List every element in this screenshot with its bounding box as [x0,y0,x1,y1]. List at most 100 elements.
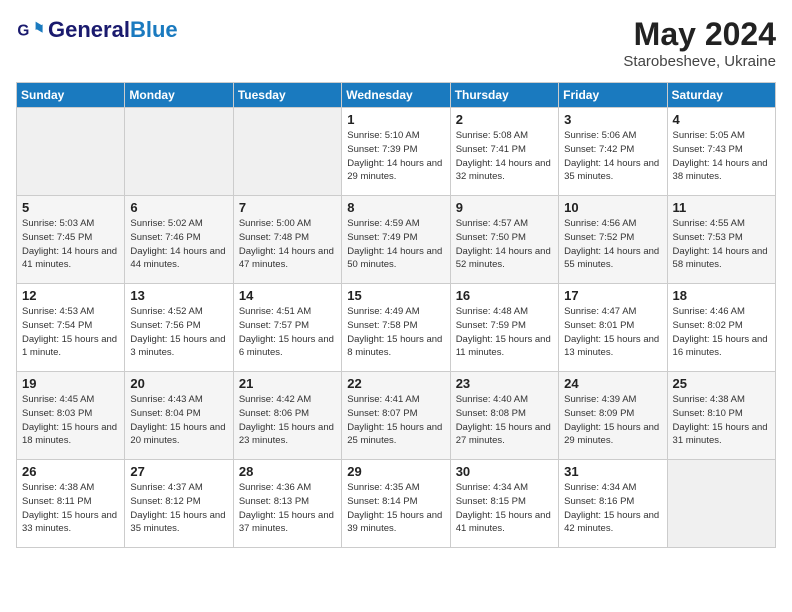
calendar-cell: 21 Sunrise: 4:42 AMSunset: 8:06 PMDayligh… [233,372,341,460]
calendar-cell: 1 Sunrise: 5:10 AMSunset: 7:39 PMDaylight… [342,108,450,196]
weekday-header-tuesday: Tuesday [233,83,341,108]
day-number: 7 [239,200,336,215]
day-number: 16 [456,288,553,303]
day-info: Sunrise: 4:40 AMSunset: 8:08 PMDaylight:… [456,393,553,448]
calendar-week-1: 1 Sunrise: 5:10 AMSunset: 7:39 PMDaylight… [17,108,776,196]
weekday-header-row: SundayMondayTuesdayWednesdayThursdayFrid… [17,83,776,108]
day-number: 21 [239,376,336,391]
day-info: Sunrise: 4:59 AMSunset: 7:49 PMDaylight:… [347,217,444,272]
calendar-week-5: 26 Sunrise: 4:38 AMSunset: 8:11 PMDayligh… [17,460,776,548]
day-number: 25 [673,376,770,391]
weekday-header-thursday: Thursday [450,83,558,108]
location-subtitle: Starobesheve, Ukraine [623,53,776,70]
day-number: 31 [564,464,661,479]
calendar-cell [667,460,775,548]
day-number: 9 [456,200,553,215]
day-info: Sunrise: 5:08 AMSunset: 7:41 PMDaylight:… [456,129,553,184]
weekday-header-wednesday: Wednesday [342,83,450,108]
calendar-cell: 25Sunrise: 4:38 AMSunset: 8:10 PMDayligh… [667,372,775,460]
day-number: 10 [564,200,661,215]
day-number: 26 [22,464,119,479]
calendar-cell: 4Sunrise: 5:05 AMSunset: 7:43 PMDaylight… [667,108,775,196]
calendar-cell: 26 Sunrise: 4:38 AMSunset: 8:11 PMDayligh… [17,460,125,548]
logo: G GeneralBlue [16,16,178,44]
weekday-header-saturday: Saturday [667,83,775,108]
calendar-cell: 22Sunrise: 4:41 AMSunset: 8:07 PMDayligh… [342,372,450,460]
day-info: Sunrise: 4:39 AMSunset: 8:09 PMDaylight:… [564,393,661,448]
day-number: 29 [347,464,444,479]
header: G GeneralBlue May 2024 Starobesheve, Ukr… [16,16,776,70]
day-number: 1 [347,112,444,127]
day-info: Sunrise: 4:47 AMSunset: 8:01 PMDaylight:… [564,305,661,360]
calendar-cell: 16 Sunrise: 4:48 AMSunset: 7:59 PMDayligh… [450,284,558,372]
day-number: 2 [456,112,553,127]
day-info: Sunrise: 5:10 AMSunset: 7:39 PMDaylight:… [347,129,444,184]
day-info: Sunrise: 4:34 AMSunset: 8:16 PMDaylight:… [564,481,661,536]
calendar-cell: 15 Sunrise: 4:49 AMSunset: 7:58 PMDayligh… [342,284,450,372]
day-number: 8 [347,200,444,215]
day-info: Sunrise: 4:49 AMSunset: 7:58 PMDaylight:… [347,305,444,360]
day-info: Sunrise: 4:42 AMSunset: 8:06 PMDaylight:… [239,393,336,448]
day-number: 28 [239,464,336,479]
day-info: Sunrise: 4:46 AMSunset: 8:02 PMDaylight:… [673,305,770,360]
day-info: Sunrise: 4:48 AMSunset: 7:59 PMDaylight:… [456,305,553,360]
calendar-cell [125,108,233,196]
calendar-cell: 30Sunrise: 4:34 AMSunset: 8:15 PMDayligh… [450,460,558,548]
day-info: Sunrise: 4:52 AMSunset: 7:56 PMDaylight:… [130,305,227,360]
day-info: Sunrise: 4:45 AMSunset: 8:03 PMDaylight:… [22,393,119,448]
calendar-cell: 24 Sunrise: 4:39 AMSunset: 8:09 PMDayligh… [559,372,667,460]
calendar-cell: 18 Sunrise: 4:46 AMSunset: 8:02 PMDayligh… [667,284,775,372]
day-info: Sunrise: 4:51 AMSunset: 7:57 PMDaylight:… [239,305,336,360]
day-number: 6 [130,200,227,215]
calendar-cell: 8 Sunrise: 4:59 AMSunset: 7:49 PMDaylight… [342,196,450,284]
calendar-cell: 28 Sunrise: 4:36 AMSunset: 8:13 PMDayligh… [233,460,341,548]
calendar-cell: 11Sunrise: 4:55 AMSunset: 7:53 PMDayligh… [667,196,775,284]
calendar-week-2: 5 Sunrise: 5:03 AMSunset: 7:45 PMDaylight… [17,196,776,284]
calendar-cell: 2 Sunrise: 5:08 AMSunset: 7:41 PMDaylight… [450,108,558,196]
day-number: 20 [130,376,227,391]
month-title: May 2024 [623,16,776,53]
calendar-week-4: 19 Sunrise: 4:45 AMSunset: 8:03 PMDayligh… [17,372,776,460]
day-info: Sunrise: 5:06 AMSunset: 7:42 PMDaylight:… [564,129,661,184]
day-info: Sunrise: 5:03 AMSunset: 7:45 PMDaylight:… [22,217,119,272]
day-info: Sunrise: 4:41 AMSunset: 8:07 PMDaylight:… [347,393,444,448]
logo-icon: G [16,16,44,44]
day-info: Sunrise: 4:38 AMSunset: 8:11 PMDaylight:… [22,481,119,536]
day-info: Sunrise: 4:43 AMSunset: 8:04 PMDaylight:… [130,393,227,448]
day-info: Sunrise: 4:56 AMSunset: 7:52 PMDaylight:… [564,217,661,272]
title-area: May 2024 Starobesheve, Ukraine [623,16,776,70]
day-number: 19 [22,376,119,391]
day-number: 24 [564,376,661,391]
weekday-header-friday: Friday [559,83,667,108]
day-info: Sunrise: 5:00 AMSunset: 7:48 PMDaylight:… [239,217,336,272]
day-info: Sunrise: 4:35 AMSunset: 8:14 PMDaylight:… [347,481,444,536]
day-number: 18 [673,288,770,303]
calendar-cell: 14 Sunrise: 4:51 AMSunset: 7:57 PMDayligh… [233,284,341,372]
calendar-cell: 31 Sunrise: 4:34 AMSunset: 8:16 PMDayligh… [559,460,667,548]
day-number: 14 [239,288,336,303]
calendar-cell: 19 Sunrise: 4:45 AMSunset: 8:03 PMDayligh… [17,372,125,460]
weekday-header-monday: Monday [125,83,233,108]
day-number: 5 [22,200,119,215]
day-info: Sunrise: 4:36 AMSunset: 8:13 PMDaylight:… [239,481,336,536]
day-info: Sunrise: 4:55 AMSunset: 7:53 PMDaylight:… [673,217,770,272]
day-number: 3 [564,112,661,127]
day-info: Sunrise: 4:53 AMSunset: 7:54 PMDaylight:… [22,305,119,360]
day-number: 4 [673,112,770,127]
day-info: Sunrise: 4:57 AMSunset: 7:50 PMDaylight:… [456,217,553,272]
calendar-cell: 29 Sunrise: 4:35 AMSunset: 8:14 PMDayligh… [342,460,450,548]
calendar-cell: 5 Sunrise: 5:03 AMSunset: 7:45 PMDaylight… [17,196,125,284]
calendar-cell: 27Sunrise: 4:37 AMSunset: 8:12 PMDayligh… [125,460,233,548]
calendar-cell: 13 Sunrise: 4:52 AMSunset: 7:56 PMDayligh… [125,284,233,372]
weekday-header-sunday: Sunday [17,83,125,108]
day-number: 13 [130,288,227,303]
calendar-cell: 23Sunrise: 4:40 AMSunset: 8:08 PMDayligh… [450,372,558,460]
calendar-cell: 6Sunrise: 5:02 AMSunset: 7:46 PMDaylight… [125,196,233,284]
calendar-cell: 7 Sunrise: 5:00 AMSunset: 7:48 PMDaylight… [233,196,341,284]
calendar-table: SundayMondayTuesdayWednesdayThursdayFrid… [16,82,776,548]
calendar-cell: 20 Sunrise: 4:43 AMSunset: 8:04 PMDayligh… [125,372,233,460]
svg-text:G: G [17,23,29,40]
day-info: Sunrise: 4:37 AMSunset: 8:12 PMDaylight:… [130,481,227,536]
day-number: 15 [347,288,444,303]
calendar-cell [233,108,341,196]
